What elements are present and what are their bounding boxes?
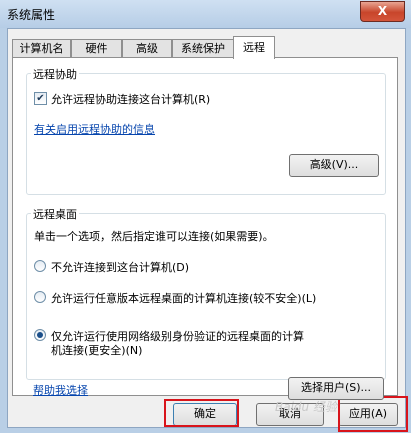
radio-allow-nla-only[interactable] bbox=[34, 329, 46, 341]
select-users-button[interactable]: 选择用户(S)... bbox=[288, 377, 384, 400]
watermark-text: Baidu 经验 bbox=[275, 400, 337, 414]
highlight-ok-frame bbox=[164, 399, 239, 427]
tab-hardware[interactable]: 硬件 bbox=[71, 39, 122, 58]
close-button[interactable]: X bbox=[360, 1, 405, 22]
dialog-client: 计算机名 硬件 高级 系统保护 远程 远程协助 ✔ 允许远程协助连接这台计算机(… bbox=[7, 28, 406, 428]
tab-panel-remote: 远程协助 ✔ 允许远程协助连接这台计算机(R) 有关启用远程协助的信息 高级(V… bbox=[12, 57, 398, 400]
highlight-apply-frame bbox=[338, 396, 408, 432]
radio-deny-connections[interactable] bbox=[34, 260, 46, 272]
help-me-choose-link[interactable]: 帮助我选择 bbox=[33, 382, 88, 398]
tab-remote[interactable]: 远程 bbox=[233, 36, 275, 59]
window-title: 系统属性 bbox=[7, 8, 56, 22]
allow-remote-assistance-label[interactable]: 允许远程协助连接这台计算机(R) bbox=[51, 91, 210, 107]
radio-allow-nla-only-label-line2[interactable]: 机连接(更安全)(N) bbox=[51, 342, 142, 358]
advanced-button[interactable]: 高级(V)... bbox=[289, 154, 379, 177]
tab-system-protection[interactable]: 系统保护 bbox=[172, 39, 234, 58]
remote-assistance-info-link[interactable]: 有关启用远程协助的信息 bbox=[34, 121, 155, 137]
remote-assistance-title: 远程协助 bbox=[31, 66, 79, 82]
remote-assistance-group: 远程协助 ✔ 允许远程协助连接这台计算机(R) 有关启用远程协助的信息 高级(V… bbox=[26, 66, 386, 195]
radio-deny-connections-label[interactable]: 不允许连接到这台计算机(D) bbox=[51, 259, 189, 275]
tab-advanced[interactable]: 高级 bbox=[122, 39, 172, 58]
radio-allow-any-version-label[interactable]: 允许运行任意版本远程桌面的计算机连接(较不安全)(L) bbox=[51, 290, 316, 306]
allow-remote-assistance-checkbox[interactable]: ✔ bbox=[34, 92, 47, 105]
tab-computer-name[interactable]: 计算机名 bbox=[12, 39, 71, 58]
title-bar: 系统属性 X bbox=[0, 0, 411, 28]
radio-allow-any-version[interactable] bbox=[34, 291, 46, 303]
remote-desktop-instruction: 单击一个选项，然后指定谁可以连接(如果需要)。 bbox=[34, 230, 274, 243]
remote-desktop-title: 远程桌面 bbox=[31, 206, 79, 222]
remote-desktop-group: 远程桌面 单击一个选项，然后指定谁可以连接(如果需要)。 不允许连接到这台计算机… bbox=[26, 206, 386, 380]
